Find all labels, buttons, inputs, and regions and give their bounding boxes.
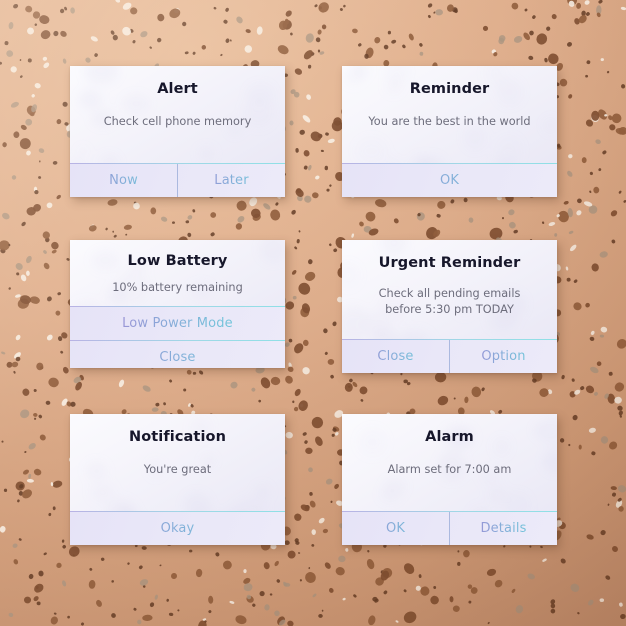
card-title: Urgent Reminder [378, 255, 521, 271]
dialog-card-alert: Alert Check cell phone memory Now Later [70, 66, 285, 197]
button-ok[interactable]: OK [342, 512, 449, 545]
button-details[interactable]: Details [449, 512, 557, 545]
card-actions: Okay [70, 511, 285, 545]
button-ok[interactable]: OK [342, 164, 557, 197]
dialog-card-low-battery: Low Battery 10% battery remaining Low Po… [70, 240, 285, 368]
button-low-power-mode[interactable]: Low Power Mode [70, 307, 285, 340]
card-body: Reminder You are the best in the world [342, 66, 557, 163]
card-title: Reminder [409, 81, 490, 97]
card-message: You're great [143, 462, 212, 476]
card-actions: OK Details [342, 511, 557, 545]
button-close[interactable]: Close [70, 339, 285, 368]
dialog-card-reminder: Reminder You are the best in the world O… [342, 66, 557, 197]
card-body: Alert Check cell phone memory [70, 66, 285, 163]
dialog-card-notification: Notification You're great Okay [70, 414, 285, 545]
card-title: Low Battery [127, 253, 228, 269]
card-message: Alarm set for 7:00 am [387, 462, 512, 476]
button-option[interactable]: Option [449, 340, 557, 373]
dialog-grid: Alert Check cell phone memory Now Later … [0, 0, 626, 626]
card-body: Urgent Reminder Check all pending emails… [342, 240, 557, 339]
card-body: Notification You're great [70, 414, 285, 511]
dialog-card-urgent-reminder: Urgent Reminder Check all pending emails… [342, 240, 557, 373]
button-later[interactable]: Later [177, 164, 285, 197]
dialog-card-alarm: Alarm Alarm set for 7:00 am OK Details [342, 414, 557, 545]
card-message: You are the best in the world [368, 114, 531, 128]
card-message: Check all pending emails before 5:30 pm … [378, 286, 521, 316]
card-title: Alert [157, 81, 198, 97]
card-title: Notification [128, 429, 227, 445]
button-now[interactable]: Now [70, 164, 177, 197]
card-body: Low Battery 10% battery remaining [70, 240, 285, 306]
card-title: Alarm [425, 429, 474, 445]
button-close[interactable]: Close [342, 340, 449, 373]
poster-canvas: Alert Check cell phone memory Now Later … [0, 0, 626, 626]
card-actions: Low Power Mode Close [70, 305, 285, 368]
card-message: Check cell phone memory [103, 114, 252, 128]
card-actions: Close Option [342, 339, 557, 373]
button-okay[interactable]: Okay [70, 512, 285, 545]
card-message: 10% battery remaining [112, 280, 243, 294]
card-actions: OK [342, 163, 557, 197]
card-body: Alarm Alarm set for 7:00 am [342, 414, 557, 511]
card-actions: Now Later [70, 163, 285, 197]
